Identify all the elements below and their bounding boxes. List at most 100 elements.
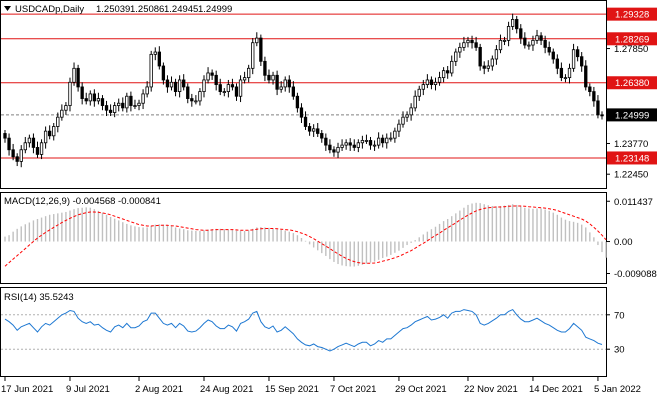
candle bbox=[364, 134, 369, 144]
candle bbox=[27, 134, 32, 148]
candle bbox=[567, 63, 572, 84]
candle bbox=[92, 89, 97, 107]
rsi-tick-label: 30 bbox=[614, 345, 625, 356]
candle bbox=[571, 43, 576, 72]
time-tick-label: 14 Dec 2021 bbox=[529, 384, 583, 395]
candle bbox=[267, 69, 271, 84]
price-tick-label: 1.23770 bbox=[614, 139, 648, 150]
candle bbox=[498, 34, 503, 54]
macd-tick-label: 0.011437 bbox=[614, 197, 653, 208]
candle bbox=[332, 146, 336, 157]
candle bbox=[425, 74, 430, 89]
candle bbox=[311, 124, 316, 137]
time-tick-label: 9 Jul 2021 bbox=[66, 384, 110, 395]
candle bbox=[198, 88, 202, 106]
candle bbox=[68, 77, 72, 112]
candle bbox=[56, 112, 60, 133]
price-levels: 1.293281.282691.263801.231481.24999 bbox=[1, 7, 657, 165]
candle bbox=[291, 81, 296, 100]
candle bbox=[133, 99, 137, 110]
candle bbox=[405, 111, 409, 122]
candle bbox=[600, 111, 604, 120]
candle bbox=[441, 67, 446, 83]
candle bbox=[161, 62, 166, 85]
candle bbox=[551, 48, 555, 64]
candle bbox=[210, 69, 214, 80]
candle bbox=[60, 104, 64, 121]
candle bbox=[125, 92, 129, 113]
candle bbox=[129, 91, 133, 112]
candle bbox=[104, 100, 109, 117]
candle bbox=[510, 13, 515, 30]
candle bbox=[519, 24, 523, 44]
candle bbox=[76, 64, 80, 92]
candle bbox=[39, 139, 44, 160]
candle bbox=[470, 35, 474, 49]
time-tick-label: 29 Oct 2021 bbox=[395, 384, 447, 395]
candle bbox=[555, 54, 559, 75]
candle bbox=[381, 134, 385, 148]
candle bbox=[15, 153, 19, 167]
candle bbox=[437, 71, 442, 86]
candle bbox=[206, 67, 210, 84]
price-tick-label: 1.22450 bbox=[614, 170, 648, 181]
candle bbox=[592, 86, 596, 107]
candle bbox=[43, 126, 48, 149]
candle bbox=[413, 90, 417, 112]
ohlc-close: 1.24999 bbox=[198, 4, 232, 15]
candle bbox=[137, 99, 141, 111]
time-tick-label: 17 Jun 2021 bbox=[1, 384, 53, 395]
candle bbox=[149, 50, 153, 92]
candle bbox=[588, 83, 592, 97]
candle bbox=[494, 45, 499, 65]
candle bbox=[84, 92, 88, 105]
dropdown-triangle-icon[interactable] bbox=[4, 6, 11, 11]
candle bbox=[580, 52, 584, 72]
candle bbox=[433, 77, 438, 91]
candle bbox=[275, 70, 279, 96]
time-tick-label: 7 Oct 2021 bbox=[330, 384, 376, 395]
candle bbox=[417, 85, 421, 101]
candle bbox=[486, 60, 490, 72]
candle bbox=[88, 90, 92, 106]
level-label: 1.23148 bbox=[615, 153, 649, 164]
candle bbox=[157, 46, 161, 70]
candle bbox=[23, 136, 27, 154]
time-tick-label: 5 Jan 2022 bbox=[594, 384, 641, 395]
candle bbox=[194, 95, 198, 105]
candle bbox=[356, 139, 360, 153]
candle bbox=[72, 62, 76, 86]
candle bbox=[141, 89, 145, 110]
candle bbox=[299, 103, 304, 124]
candle bbox=[259, 34, 263, 66]
candle bbox=[527, 41, 531, 50]
candle bbox=[454, 48, 458, 66]
candle bbox=[3, 129, 7, 143]
candle bbox=[401, 111, 405, 128]
candle bbox=[295, 92, 300, 113]
candle bbox=[117, 98, 121, 112]
candle bbox=[385, 133, 389, 149]
candle bbox=[324, 133, 328, 151]
macd-panel-title: MACD(12,26,9) -0.004568 -0.000841 bbox=[4, 196, 161, 207]
macd-tick-label: 0.00 bbox=[614, 237, 633, 248]
candle bbox=[348, 138, 352, 151]
candle bbox=[397, 119, 401, 137]
rsi-plot bbox=[1, 308, 606, 352]
candle bbox=[177, 75, 182, 98]
candle bbox=[64, 102, 68, 115]
candle bbox=[222, 88, 226, 97]
macd-signal-line bbox=[4, 205, 607, 267]
candle bbox=[393, 127, 397, 143]
rsi-line bbox=[4, 308, 603, 352]
candle bbox=[251, 38, 255, 75]
candle bbox=[7, 133, 11, 156]
candle bbox=[531, 35, 535, 51]
candle bbox=[372, 140, 377, 151]
candle bbox=[409, 103, 413, 121]
rsi-tick-label: 70 bbox=[614, 310, 625, 321]
chart-canvas: 1.293281.282691.263801.231481.24999 1.27… bbox=[0, 0, 657, 395]
candle bbox=[303, 111, 308, 130]
ohlc-high: 1.25086 bbox=[130, 4, 164, 15]
candle bbox=[559, 62, 564, 82]
